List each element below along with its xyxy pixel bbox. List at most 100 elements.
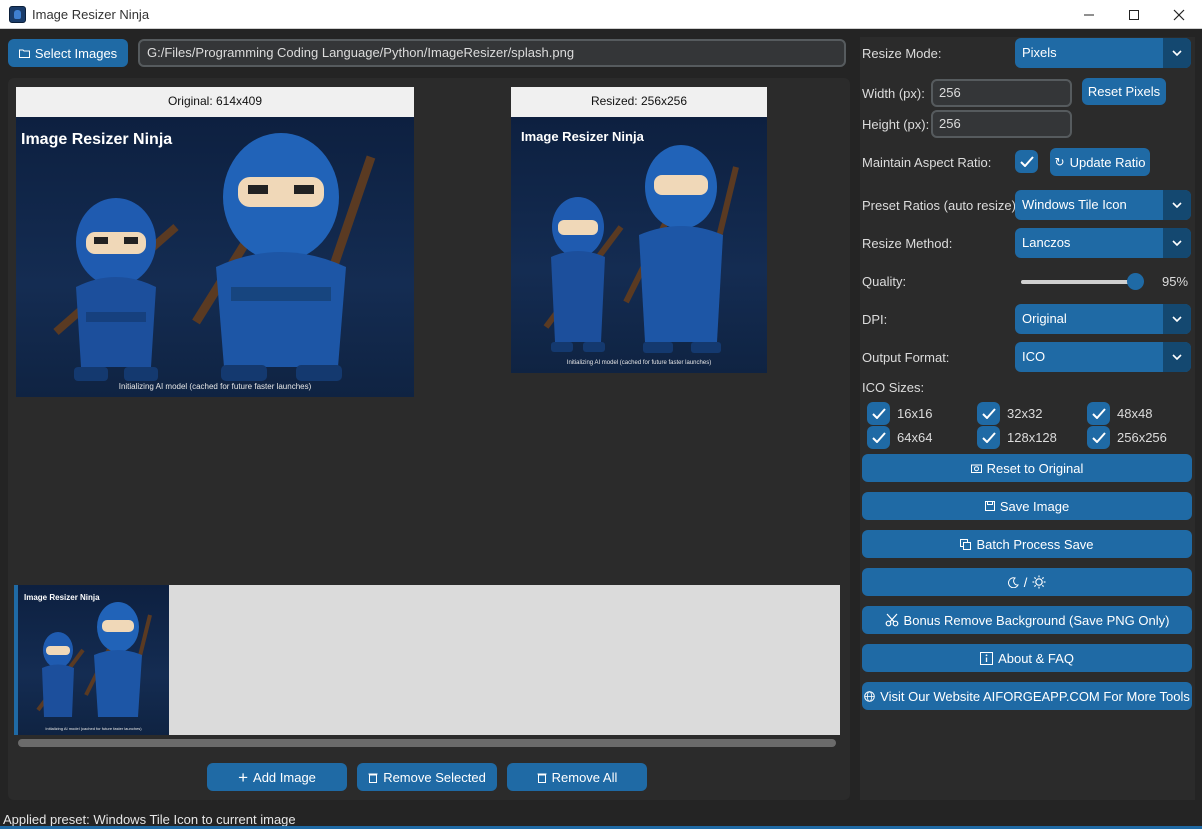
visit-website-button[interactable]: Visit Our Website AIFORGEAPP.COM For Mor… — [862, 682, 1192, 710]
update-ratio-label: Update Ratio — [1069, 154, 1146, 170]
save-image-button[interactable]: Save Image — [862, 492, 1192, 520]
ico-size-label: 48x48 — [1117, 406, 1153, 421]
resize-mode-label: Resize Mode: — [862, 46, 942, 61]
output-format-dropdown[interactable]: ICO — [1015, 342, 1191, 372]
visit-website-label: Visit Our Website AIFORGEAPP.COM For Mor… — [880, 688, 1190, 704]
checkmark-icon — [981, 408, 996, 419]
chevron-down-icon — [1163, 342, 1191, 372]
window-title: Image Resizer Ninja — [32, 7, 150, 22]
close-button[interactable] — [1156, 0, 1202, 29]
thumbnail-item[interactable]: Image Resizer Ninja Initializing AI mode… — [18, 585, 169, 735]
resized-caption: Initializing AI model (cached for future… — [566, 360, 712, 366]
chevron-down-icon — [1163, 304, 1191, 334]
height-input[interactable]: 256 — [931, 110, 1072, 138]
remove-background-label: Bonus Remove Background (Save PNG Only) — [903, 612, 1170, 628]
ico-size-checkbox-128[interactable] — [977, 426, 1000, 449]
quality-label: Quality: — [862, 274, 907, 289]
select-images-label: Select Images — [34, 45, 118, 61]
sun-icon — [1032, 575, 1046, 589]
output-format-value: ICO — [1022, 349, 1046, 364]
info-icon — [980, 651, 994, 665]
ico-size-label: 256x256 — [1117, 430, 1167, 445]
checkmark-icon — [981, 432, 996, 443]
thumbnail-artwork — [36, 602, 152, 717]
ico-sizes-label: ICO Sizes: — [862, 380, 925, 395]
dpi-label: DPI: — [862, 312, 888, 327]
ico-size-checkbox-64[interactable] — [867, 426, 890, 449]
theme-toggle-label: / — [1023, 574, 1028, 590]
aspect-ratio-checkbox[interactable] — [1015, 150, 1038, 173]
save-icon — [984, 501, 995, 511]
chevron-down-icon — [1163, 190, 1191, 220]
camera-icon — [970, 464, 982, 473]
original-size-label: Original: 614x409 — [16, 87, 414, 117]
dpi-dropdown[interactable]: Original — [1015, 304, 1191, 334]
thumbnail-scrollbar[interactable] — [18, 739, 836, 747]
about-faq-button[interactable]: About & FAQ — [862, 644, 1192, 672]
preset-label: Preset Ratios (auto resize): — [862, 198, 1020, 213]
save-image-label: Save Image — [999, 498, 1070, 514]
ninja-artwork-resized — [543, 145, 739, 353]
reset-pixels-label: Reset Pixels — [1087, 84, 1161, 99]
folder-icon — [18, 49, 30, 58]
resize-method-value: Lanczos — [1022, 235, 1071, 250]
reset-to-original-label: Reset to Original — [986, 460, 1084, 476]
minimize-icon — [1084, 14, 1094, 15]
ico-size-label: 64x64 — [897, 430, 933, 445]
close-icon — [1173, 9, 1185, 20]
ninja-artwork — [53, 133, 376, 381]
width-label: Width (px): — [862, 86, 925, 101]
image-path-field[interactable]: G:/Files/Programming Coding Language/Pyt… — [138, 39, 846, 67]
app-window: Image Resizer Ninja Select Images G:/Fil… — [0, 0, 1202, 829]
preset-dropdown[interactable]: Windows Tile Icon — [1015, 190, 1191, 220]
plus-icon: + — [238, 767, 249, 787]
ico-size-checkbox-48[interactable] — [1087, 402, 1110, 425]
dpi-value: Original — [1022, 311, 1067, 326]
minimize-button[interactable] — [1066, 0, 1112, 29]
resize-method-dropdown[interactable]: Lanczos — [1015, 228, 1191, 258]
select-images-button[interactable]: Select Images — [8, 39, 128, 67]
add-image-button[interactable]: + Add Image — [207, 763, 347, 791]
width-input[interactable]: 256 — [931, 79, 1072, 107]
ico-size-checkbox-16[interactable] — [867, 402, 890, 425]
batch-process-save-button[interactable]: Batch Process Save — [862, 530, 1192, 558]
globe-icon — [864, 690, 875, 702]
height-label: Height (px): — [862, 117, 930, 132]
maximize-icon — [1129, 9, 1139, 20]
moon-icon — [1007, 576, 1019, 588]
update-ratio-button[interactable]: ↻ Update Ratio — [1050, 148, 1150, 176]
resize-mode-dropdown[interactable]: Pixels — [1015, 38, 1191, 68]
about-faq-label: About & FAQ — [998, 650, 1074, 666]
remove-background-button[interactable]: Bonus Remove Background (Save PNG Only) — [862, 606, 1192, 634]
checkmark-icon — [1019, 156, 1034, 167]
app-logo-icon — [9, 6, 26, 23]
thumbnail-selected-indicator — [14, 585, 18, 735]
reset-pixels-button[interactable]: Reset Pixels — [1082, 78, 1166, 105]
theme-toggle-button[interactable]: / — [862, 568, 1192, 596]
copy-icon — [960, 538, 972, 550]
chevron-down-icon — [1163, 228, 1191, 258]
reset-to-original-button[interactable]: Reset to Original — [862, 454, 1192, 482]
ico-size-label: 32x32 — [1007, 406, 1043, 421]
batch-process-save-label: Batch Process Save — [976, 536, 1094, 552]
refresh-icon: ↻ — [1054, 155, 1065, 169]
trash-icon — [368, 773, 378, 783]
remove-selected-button[interactable]: Remove Selected — [357, 763, 497, 791]
image-caption: Initializing AI model (cached for future… — [118, 382, 312, 391]
remove-all-button[interactable]: Remove All — [507, 763, 647, 791]
resized-image-preview: Image Resizer Ninja Initializing AI mode… — [511, 117, 767, 373]
ico-size-label: 128x128 — [1007, 430, 1057, 445]
aspect-ratio-label: Maintain Aspect Ratio: — [862, 155, 992, 170]
resize-mode-value: Pixels — [1022, 45, 1057, 60]
ico-size-checkbox-256[interactable] — [1087, 426, 1110, 449]
maximize-button[interactable] — [1111, 0, 1157, 29]
ico-size-label: 16x16 — [897, 406, 933, 421]
image-logo-text: Image Resizer Ninja — [21, 131, 173, 148]
quality-slider-handle[interactable] — [1127, 273, 1144, 290]
remove-selected-label: Remove Selected — [383, 769, 486, 785]
resized-size-label: Resized: 256x256 — [511, 87, 767, 117]
ico-size-checkbox-32[interactable] — [977, 402, 1000, 425]
thumbnail-caption: Initializing AI model (cached for future… — [45, 726, 142, 731]
resized-logo-text: Image Resizer Ninja — [521, 129, 644, 144]
thumbnail-logo-text: Image Resizer Ninja — [24, 593, 100, 602]
